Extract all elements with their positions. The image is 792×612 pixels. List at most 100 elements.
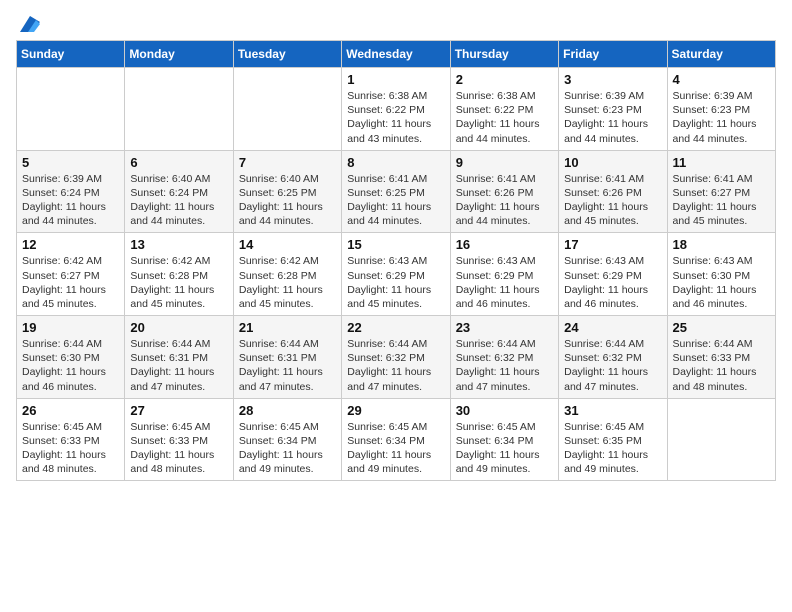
day-number: 23	[456, 320, 553, 335]
day-info: Sunrise: 6:45 AMSunset: 6:35 PMDaylight:…	[564, 420, 661, 477]
calendar-cell: 20 Sunrise: 6:44 AMSunset: 6:31 PMDayligh…	[125, 316, 233, 399]
day-info: Sunrise: 6:41 AMSunset: 6:26 PMDaylight:…	[564, 172, 661, 229]
calendar-cell: 27 Sunrise: 6:45 AMSunset: 6:33 PMDayligh…	[125, 398, 233, 481]
day-number: 1	[347, 72, 444, 87]
day-number: 13	[130, 237, 227, 252]
day-number: 3	[564, 72, 661, 87]
day-info: Sunrise: 6:42 AMSunset: 6:28 PMDaylight:…	[130, 254, 227, 311]
calendar-cell: 18 Sunrise: 6:43 AMSunset: 6:30 PMDayligh…	[667, 233, 775, 316]
day-number: 21	[239, 320, 336, 335]
day-info: Sunrise: 6:44 AMSunset: 6:32 PMDaylight:…	[347, 337, 444, 394]
calendar-cell: 25 Sunrise: 6:44 AMSunset: 6:33 PMDayligh…	[667, 316, 775, 399]
day-info: Sunrise: 6:40 AMSunset: 6:25 PMDaylight:…	[239, 172, 336, 229]
calendar-cell: 19 Sunrise: 6:44 AMSunset: 6:30 PMDayligh…	[17, 316, 125, 399]
day-number: 18	[673, 237, 770, 252]
day-info: Sunrise: 6:43 AMSunset: 6:29 PMDaylight:…	[564, 254, 661, 311]
day-number: 9	[456, 155, 553, 170]
day-info: Sunrise: 6:44 AMSunset: 6:32 PMDaylight:…	[564, 337, 661, 394]
day-number: 10	[564, 155, 661, 170]
calendar-cell: 28 Sunrise: 6:45 AMSunset: 6:34 PMDayligh…	[233, 398, 341, 481]
calendar-week-row: 26 Sunrise: 6:45 AMSunset: 6:33 PMDayligh…	[17, 398, 776, 481]
day-info: Sunrise: 6:45 AMSunset: 6:34 PMDaylight:…	[239, 420, 336, 477]
calendar-cell: 10 Sunrise: 6:41 AMSunset: 6:26 PMDayligh…	[559, 150, 667, 233]
calendar-body: 1 Sunrise: 6:38 AMSunset: 6:22 PMDaylight…	[17, 68, 776, 481]
calendar-cell: 11 Sunrise: 6:41 AMSunset: 6:27 PMDayligh…	[667, 150, 775, 233]
calendar-cell: 12Sunrise: 6:42 AMSunset: 6:27 PMDayligh…	[17, 233, 125, 316]
day-info: Sunrise: 6:42 AMSunset: 6:28 PMDaylight:…	[239, 254, 336, 311]
day-info: Sunrise: 6:42 AMSunset: 6:27 PMDaylight:…	[22, 254, 119, 311]
logo	[16, 16, 40, 30]
calendar-cell: 6 Sunrise: 6:40 AMSunset: 6:24 PMDaylight…	[125, 150, 233, 233]
day-number: 17	[564, 237, 661, 252]
calendar-cell: 26 Sunrise: 6:45 AMSunset: 6:33 PMDayligh…	[17, 398, 125, 481]
calendar-cell: 21Sunrise: 6:44 AMSunset: 6:31 PMDayligh…	[233, 316, 341, 399]
day-info: Sunrise: 6:43 AMSunset: 6:30 PMDaylight:…	[673, 254, 770, 311]
calendar-cell: 9 Sunrise: 6:41 AMSunset: 6:26 PMDaylight…	[450, 150, 558, 233]
page-header	[16, 16, 776, 30]
day-number: 27	[130, 403, 227, 418]
weekday-header-friday: Friday	[559, 41, 667, 68]
calendar-cell: 4Sunrise: 6:39 AMSunset: 6:23 PMDaylight…	[667, 68, 775, 151]
calendar-cell: 23 Sunrise: 6:44 AMSunset: 6:32 PMDayligh…	[450, 316, 558, 399]
calendar-week-row: 1 Sunrise: 6:38 AMSunset: 6:22 PMDaylight…	[17, 68, 776, 151]
calendar-cell	[233, 68, 341, 151]
day-number: 11	[673, 155, 770, 170]
day-number: 15	[347, 237, 444, 252]
calendar-week-row: 5 Sunrise: 6:39 AMSunset: 6:24 PMDaylight…	[17, 150, 776, 233]
calendar-cell: 30 Sunrise: 6:45 AMSunset: 6:34 PMDayligh…	[450, 398, 558, 481]
day-info: Sunrise: 6:39 AMSunset: 6:24 PMDaylight:…	[22, 172, 119, 229]
calendar-cell: 31Sunrise: 6:45 AMSunset: 6:35 PMDayligh…	[559, 398, 667, 481]
day-number: 24	[564, 320, 661, 335]
day-number: 20	[130, 320, 227, 335]
calendar-cell: 13 Sunrise: 6:42 AMSunset: 6:28 PMDayligh…	[125, 233, 233, 316]
logo-icon	[20, 16, 40, 32]
day-number: 5	[22, 155, 119, 170]
calendar-cell: 1 Sunrise: 6:38 AMSunset: 6:22 PMDaylight…	[342, 68, 450, 151]
day-number: 14	[239, 237, 336, 252]
calendar-cell: 2 Sunrise: 6:38 AMSunset: 6:22 PMDaylight…	[450, 68, 558, 151]
day-info: Sunrise: 6:44 AMSunset: 6:30 PMDaylight:…	[22, 337, 119, 394]
day-number: 2	[456, 72, 553, 87]
day-info: Sunrise: 6:38 AMSunset: 6:22 PMDaylight:…	[347, 89, 444, 146]
calendar-cell: 7 Sunrise: 6:40 AMSunset: 6:25 PMDaylight…	[233, 150, 341, 233]
calendar-cell: 16 Sunrise: 6:43 AMSunset: 6:29 PMDayligh…	[450, 233, 558, 316]
day-number: 7	[239, 155, 336, 170]
day-number: 25	[673, 320, 770, 335]
day-info: Sunrise: 6:40 AMSunset: 6:24 PMDaylight:…	[130, 172, 227, 229]
day-number: 26	[22, 403, 119, 418]
day-number: 28	[239, 403, 336, 418]
day-info: Sunrise: 6:41 AMSunset: 6:26 PMDaylight:…	[456, 172, 553, 229]
day-number: 30	[456, 403, 553, 418]
day-number: 16	[456, 237, 553, 252]
weekday-header-sunday: Sunday	[17, 41, 125, 68]
calendar-cell: 14 Sunrise: 6:42 AMSunset: 6:28 PMDayligh…	[233, 233, 341, 316]
day-info: Sunrise: 6:45 AMSunset: 6:34 PMDaylight:…	[456, 420, 553, 477]
day-number: 6	[130, 155, 227, 170]
day-info: Sunrise: 6:45 AMSunset: 6:33 PMDaylight:…	[22, 420, 119, 477]
calendar-cell	[17, 68, 125, 151]
day-info: Sunrise: 6:41 AMSunset: 6:27 PMDaylight:…	[673, 172, 770, 229]
weekday-header-tuesday: Tuesday	[233, 41, 341, 68]
day-info: Sunrise: 6:44 AMSunset: 6:33 PMDaylight:…	[673, 337, 770, 394]
weekday-header-thursday: Thursday	[450, 41, 558, 68]
calendar-cell: 22 Sunrise: 6:44 AMSunset: 6:32 PMDayligh…	[342, 316, 450, 399]
day-info: Sunrise: 6:45 AMSunset: 6:34 PMDaylight:…	[347, 420, 444, 477]
day-number: 29	[347, 403, 444, 418]
day-info: Sunrise: 6:45 AMSunset: 6:33 PMDaylight:…	[130, 420, 227, 477]
calendar-cell: 8Sunrise: 6:41 AMSunset: 6:25 PMDaylight…	[342, 150, 450, 233]
day-number: 22	[347, 320, 444, 335]
day-info: Sunrise: 6:44 AMSunset: 6:32 PMDaylight:…	[456, 337, 553, 394]
calendar-cell	[125, 68, 233, 151]
calendar-cell: 29 Sunrise: 6:45 AMSunset: 6:34 PMDayligh…	[342, 398, 450, 481]
calendar-header-row: SundayMondayTuesdayWednesdayThursdayFrid…	[17, 41, 776, 68]
calendar-cell: 15Sunrise: 6:43 AMSunset: 6:29 PMDayligh…	[342, 233, 450, 316]
day-info: Sunrise: 6:44 AMSunset: 6:31 PMDaylight:…	[130, 337, 227, 394]
weekday-header-wednesday: Wednesday	[342, 41, 450, 68]
day-info: Sunrise: 6:38 AMSunset: 6:22 PMDaylight:…	[456, 89, 553, 146]
day-number: 19	[22, 320, 119, 335]
calendar-cell: 17 Sunrise: 6:43 AMSunset: 6:29 PMDayligh…	[559, 233, 667, 316]
day-info: Sunrise: 6:43 AMSunset: 6:29 PMDaylight:…	[456, 254, 553, 311]
day-number: 4	[673, 72, 770, 87]
calendar-cell: 5 Sunrise: 6:39 AMSunset: 6:24 PMDaylight…	[17, 150, 125, 233]
day-number: 8	[347, 155, 444, 170]
